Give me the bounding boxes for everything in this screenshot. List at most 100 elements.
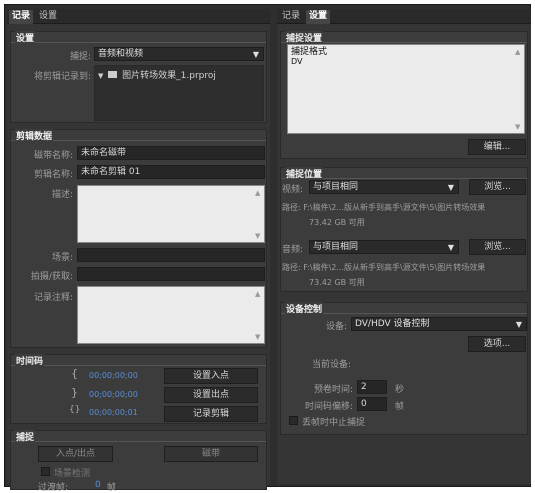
video-location-value: 与项目相同	[313, 182, 359, 192]
scroll-up-icon[interactable]: ▲	[255, 189, 260, 197]
options-button[interactable]: 选项...	[468, 336, 526, 352]
log-clips-label: 将剪辑记录到:	[33, 72, 91, 82]
shot-label: 拍摄/获取:	[30, 272, 73, 282]
folder-icon	[108, 71, 118, 78]
divider	[11, 441, 266, 442]
setup-title: 设置	[15, 31, 36, 44]
device-control-section: 设备控制 设备: DV/HDV 设备控制 ▼ 选项... 当前设备: 预卷时间:…	[280, 302, 528, 435]
scroll-up-icon[interactable]: ▲	[255, 290, 260, 298]
clip-name-label: 剪辑名称:	[33, 170, 73, 180]
in-out-button[interactable]: 入点/出点	[38, 446, 113, 462]
edit-button[interactable]: 编辑...	[468, 139, 526, 155]
audio-location-dropdown[interactable]: 与项目相同 ▼	[309, 240, 459, 254]
tab-logging[interactable]: 记录	[279, 10, 303, 24]
device-label: 设备:	[325, 322, 347, 332]
divider	[11, 42, 266, 43]
audio-browse-button[interactable]: 浏览...	[469, 239, 526, 255]
scrollbar[interactable]: ▲ ▼	[252, 186, 264, 242]
expand-arrow-icon: ▼	[98, 72, 104, 80]
capture-locations-section: 捕捉位置 视频: 与项目相同 ▼ 浏览... 路径: F:\稿件\2...版从新…	[280, 167, 528, 292]
audio-label: 音频:	[282, 245, 304, 255]
capture-title: 捕捉	[15, 430, 36, 443]
duration-timecode[interactable]: 00;00;00;01	[89, 408, 138, 417]
timecode-title: 时间码	[15, 354, 45, 367]
capture-label: 捕捉:	[69, 52, 91, 62]
right-tab-bar: 记录 设置	[277, 9, 531, 24]
right-panel: 记录 设置 捕捉设置 捕捉格式 DV ▲ ▼ 编辑... 捕捉位置 视频: 与项…	[277, 9, 531, 484]
video-path: 路径: F:\稿件\2...版从新手到高手\源文件\5\图片转场效果	[282, 203, 486, 212]
handles-label: 过渡帧:	[38, 483, 69, 493]
tape-name-input[interactable]: 未命名磁带	[77, 146, 265, 160]
device-value: DV/HDV 设备控制	[355, 319, 430, 329]
out-point-icon: }	[71, 386, 78, 399]
abort-dropped-frames-checkbox[interactable]	[289, 416, 298, 425]
tab-settings[interactable]: 设置	[36, 10, 60, 24]
handles-value[interactable]: 0	[95, 480, 101, 490]
capture-window: 记录 设置 设置 捕捉: 音频和视频 ▼ 将剪辑记录到: ▼ 图片转场效果_1.…	[4, 4, 531, 493]
video-browse-button[interactable]: 浏览...	[469, 179, 526, 195]
out-timecode[interactable]: 00;00;00;00	[89, 390, 138, 399]
divider	[11, 365, 266, 366]
clip-data-title: 剪辑数据	[15, 129, 54, 142]
scroll-down-icon[interactable]: ▼	[255, 333, 260, 341]
shot-input[interactable]	[77, 267, 265, 281]
clip-name-input[interactable]: 未命名剪辑 01	[77, 165, 265, 179]
scene-input[interactable]	[77, 248, 265, 262]
capture-settings-section: 捕捉设置 捕捉格式 DV ▲ ▼ 编辑...	[280, 31, 528, 159]
video-label: 视频:	[282, 185, 304, 195]
audio-path: 路径: F:\稿件\2...版从新手到高手\源文件\5\图片转场效果	[282, 263, 486, 272]
preroll-input[interactable]: 2	[357, 380, 387, 394]
description-label: 描述:	[51, 190, 73, 200]
scene-detect-checkbox[interactable]	[41, 467, 50, 476]
timecode-offset-label: 时间码偏移:	[304, 402, 353, 412]
capture-format-value: DV	[291, 57, 303, 66]
timecode-offset-unit: 帧	[395, 402, 405, 412]
chevron-down-icon: ▼	[252, 50, 259, 59]
capture-locations-title: 捕捉位置	[285, 167, 324, 180]
capture-value: 音频和视频	[98, 49, 144, 59]
scroll-down-icon[interactable]: ▼	[515, 123, 520, 131]
chevron-down-icon: ▼	[447, 243, 454, 252]
capture-format-label: 捕捉格式	[291, 47, 328, 57]
scrollbar[interactable]: ▲ ▼	[252, 287, 264, 343]
video-free-space: 73.42 GB 可用	[309, 218, 365, 227]
chevron-down-icon: ▼	[515, 320, 522, 329]
capture-settings-title: 捕捉设置	[285, 31, 324, 44]
current-device-label: 当前设备:	[311, 360, 351, 370]
scrollbar[interactable]: ▲ ▼	[512, 45, 524, 133]
clip-data-section: 剪辑数据 磁带名称: 未命名磁带 剪辑名称: 未命名剪辑 01 描述: ▲ ▼ …	[10, 129, 267, 348]
log-clip-button[interactable]: 记录剪辑	[164, 406, 258, 422]
left-tab-bar: 记录 设置	[7, 9, 270, 24]
comment-label: 记录注释:	[33, 293, 73, 303]
device-dropdown[interactable]: DV/HDV 设备控制 ▼	[351, 317, 527, 331]
in-timecode[interactable]: 00;00;00;00	[89, 371, 138, 380]
timecode-offset-input[interactable]: 0	[357, 397, 387, 411]
set-in-button[interactable]: 设置入点	[164, 368, 258, 384]
project-tree[interactable]: ▼ 图片转场效果_1.prproj	[94, 65, 264, 121]
description-textarea[interactable]: ▲ ▼	[77, 185, 265, 243]
preroll-unit: 秒	[395, 385, 405, 395]
chevron-down-icon: ▼	[447, 183, 454, 192]
audio-free-space: 73.42 GB 可用	[309, 278, 365, 287]
tape-name-label: 磁带名称:	[33, 151, 73, 161]
scroll-down-icon[interactable]: ▼	[255, 232, 260, 240]
set-out-button[interactable]: 设置出点	[164, 387, 258, 403]
project-tree-item[interactable]: ▼ 图片转场效果_1.prproj	[98, 68, 216, 81]
tape-button[interactable]: 磁带	[164, 446, 258, 462]
scene-label: 场景:	[51, 253, 73, 263]
abort-dropped-frames-label: 丢帧时中止捕捉	[302, 418, 366, 428]
scene-detect-label: 场景检测	[54, 469, 91, 479]
video-location-dropdown[interactable]: 与项目相同 ▼	[309, 180, 459, 194]
tab-logging[interactable]: 记录	[9, 10, 34, 24]
left-panel: 记录 设置 设置 捕捉: 音频和视频 ▼ 将剪辑记录到: ▼ 图片转场效果_1.…	[7, 9, 270, 493]
capture-format-box: 捕捉格式 DV ▲ ▼	[287, 44, 525, 134]
capture-dropdown[interactable]: 音频和视频 ▼	[94, 47, 264, 61]
in-point-icon: {	[71, 367, 78, 380]
project-name: 图片转场效果_1.prproj	[122, 71, 216, 81]
device-control-title: 设备控制	[285, 302, 324, 315]
comment-textarea[interactable]: ▲ ▼	[77, 286, 265, 344]
handles-unit: 帧	[107, 483, 117, 493]
scroll-up-icon[interactable]: ▲	[515, 48, 520, 56]
duration-icon: {}	[69, 405, 81, 415]
tab-settings[interactable]: 设置	[306, 10, 331, 24]
